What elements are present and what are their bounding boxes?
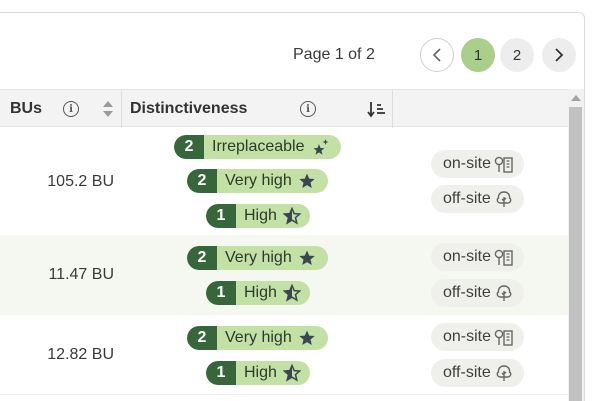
site-label: off-site	[443, 364, 491, 381]
table-row[interactable]: 105.2 BU 2 Irreplaceable 2 Very high 1 H…	[0, 128, 568, 235]
badge-label: Very high	[225, 172, 292, 189]
table-row[interactable]: 11.47 BU 2 Very high 1 High on-site off-…	[0, 235, 568, 315]
distinctiveness-badge: 2 Very high	[187, 326, 328, 350]
badge-label: Very high	[225, 249, 292, 266]
table-row[interactable]: 12.82 BU 2 Very high 1 High on-site off-…	[0, 315, 568, 395]
column-header-distinctiveness[interactable]: Distinctiveness	[130, 90, 247, 128]
badge-count: 2	[174, 135, 204, 159]
badge-count: 2	[187, 326, 217, 350]
half-star-icon	[282, 284, 301, 302]
site-badge-on-site: on-site	[431, 323, 525, 351]
tree-icon	[496, 191, 512, 207]
bu-value: 12.82 BU	[47, 346, 114, 363]
distinctiveness-badge: 1 High	[206, 204, 310, 228]
chevron-left-icon	[432, 48, 441, 62]
info-icon[interactable]: i	[300, 101, 316, 117]
column-divider	[392, 90, 393, 128]
badge-label: High	[244, 284, 277, 301]
sort-icon[interactable]	[102, 100, 114, 118]
half-star-icon	[282, 207, 301, 225]
bu-value: 11.47 BU	[48, 266, 114, 283]
star-icon	[299, 173, 315, 188]
star-icon	[299, 330, 315, 345]
scroll-up-arrow-icon[interactable]	[571, 95, 581, 101]
page-1-button[interactable]: 1	[461, 38, 495, 72]
star-icon	[299, 250, 315, 265]
table-header: BUs i Distinctiveness i	[0, 89, 568, 128]
distinctiveness-badge: 1 High	[206, 361, 310, 385]
badge-count: 1	[206, 281, 236, 305]
tree-building-icon	[494, 329, 513, 346]
site-label: on-site	[443, 328, 492, 345]
badge-label: Very high	[225, 329, 292, 346]
half-star-icon	[282, 364, 301, 382]
site-label: on-site	[443, 155, 492, 172]
site-badge-off-site: off-site	[431, 359, 524, 387]
badge-count: 2	[187, 246, 217, 270]
page-2-button[interactable]: 2	[500, 38, 534, 72]
badge-count: 1	[206, 361, 236, 385]
tree-icon	[496, 285, 512, 301]
tree-icon	[496, 365, 512, 381]
site-badge-off-site: off-site	[431, 279, 524, 307]
badge-count: 2	[187, 169, 217, 193]
tree-building-icon	[494, 156, 513, 173]
site-badge-on-site: on-site	[431, 243, 525, 271]
vertical-scrollbar[interactable]	[568, 89, 584, 401]
site-badge-off-site: off-site	[431, 185, 524, 213]
distinctiveness-badge: 2 Very high	[187, 169, 328, 193]
distinctiveness-badge: 1 High	[206, 281, 310, 305]
badge-label: Irreplaceable	[212, 138, 305, 155]
tree-building-icon	[494, 249, 513, 266]
info-icon[interactable]: i	[63, 101, 79, 117]
sort-descending-icon[interactable]	[366, 100, 386, 118]
badge-count: 1	[206, 204, 236, 228]
chevron-right-icon	[555, 48, 564, 62]
sparkle-star-icon	[313, 139, 328, 155]
badge-label: High	[244, 364, 277, 381]
distinctiveness-badge: 2 Irreplaceable	[174, 135, 341, 159]
page-label: Page 1 of 2	[293, 46, 375, 63]
distinctiveness-badge: 2 Very high	[187, 246, 328, 270]
column-divider	[121, 90, 122, 128]
site-label: on-site	[443, 248, 492, 265]
previous-page-button[interactable]	[420, 38, 454, 72]
site-label: off-site	[443, 284, 491, 301]
column-header-bus[interactable]: BUs	[10, 90, 42, 128]
scrollbar-thumb[interactable]	[569, 107, 582, 401]
badge-label: High	[244, 207, 277, 224]
bu-value: 105.2 BU	[47, 173, 114, 190]
next-page-button[interactable]	[542, 38, 576, 72]
site-badge-on-site: on-site	[431, 150, 525, 178]
pagination: Page 1 of 2 1 2	[0, 38, 593, 72]
site-label: off-site	[443, 190, 491, 207]
